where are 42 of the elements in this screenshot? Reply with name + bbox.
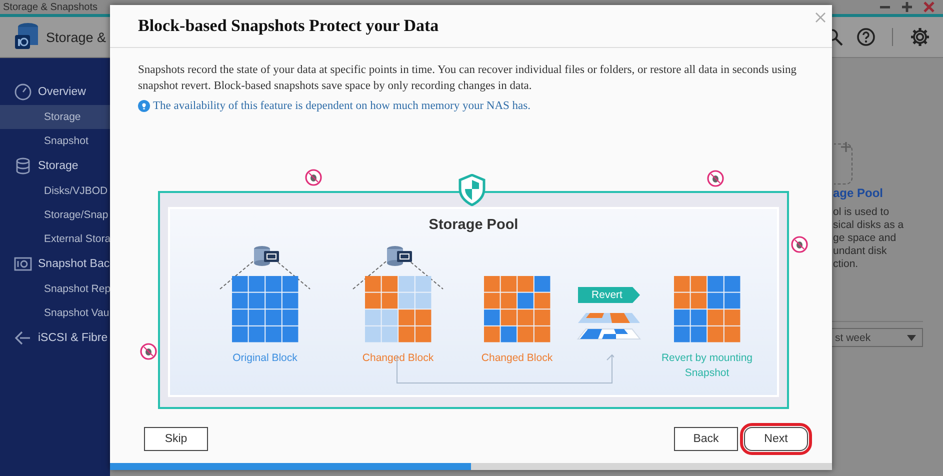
- block-label: Original Block: [232, 351, 298, 366]
- sidebar-section[interactable]: iSCSI & Fibre: [38, 332, 108, 344]
- sidebar-item[interactable]: Snapshot: [0, 129, 110, 153]
- description-text: ge space and: [833, 232, 898, 245]
- connector-icon: [14, 329, 32, 347]
- description-text: undant disk: [833, 245, 888, 258]
- database-icon: [14, 157, 32, 175]
- window-title: Storage & Snapshots: [3, 2, 98, 12]
- panel-title: Storage Pool: [428, 217, 520, 235]
- app-title: Storage &: [46, 30, 106, 44]
- sidebar-item[interactable]: External Stora: [0, 227, 110, 251]
- lightbulb-icon: [138, 100, 150, 112]
- sidebar-item[interactable]: Storage/Snap: [0, 203, 110, 227]
- sidebar-item[interactable]: Disks/VJBOD: [0, 179, 110, 203]
- maximize-icon[interactable]: [901, 1, 913, 13]
- block-label: Changed Block: [480, 351, 554, 366]
- dialog-title: Block-based Snapshots Protect your Data: [138, 16, 439, 36]
- sidebar-item[interactable]: Storage: [0, 105, 110, 129]
- settings-icon[interactable]: [909, 26, 931, 48]
- description-text: Snapshots record the state of your data at specific points in time. You can recover individual files or folders, or restore all data in seconds using snapshot revert. Block-based snapshots save space by only recording changes in data.: [138, 63, 798, 94]
- sidebar-section[interactable]: Snapshot Bac: [38, 258, 110, 270]
- panel-title: age Pool: [833, 186, 884, 202]
- storage-logo-icon: [14, 22, 40, 52]
- description-text: ction.: [833, 258, 860, 271]
- description-text: sical disks as a: [833, 219, 905, 232]
- sidebar-item[interactable]: Snapshot Vau: [0, 301, 110, 325]
- camera-icon: [14, 255, 32, 273]
- skip-button[interactable]: Skip: [144, 427, 208, 451]
- close-icon[interactable]: [923, 1, 935, 13]
- sidebar-section[interactable]: Overview: [38, 86, 86, 98]
- close-icon[interactable]: [815, 12, 826, 23]
- sidebar-section[interactable]: Storage: [38, 160, 78, 172]
- revert-tag: Revert: [578, 287, 640, 303]
- gauge-icon: [14, 83, 32, 101]
- note-text: The availability of this feature is dependent on how much memory your NAS has.: [153, 100, 530, 112]
- description-text: ol is used to: [833, 206, 890, 219]
- block-label: Revert by mounting Snapshot: [660, 351, 754, 381]
- block-label: Changed Block: [361, 351, 435, 366]
- sidebar-item[interactable]: Snapshot Rep: [0, 277, 110, 301]
- help-icon[interactable]: [856, 27, 876, 47]
- back-button[interactable]: Back: [674, 427, 738, 451]
- caret-icon: [907, 334, 916, 340]
